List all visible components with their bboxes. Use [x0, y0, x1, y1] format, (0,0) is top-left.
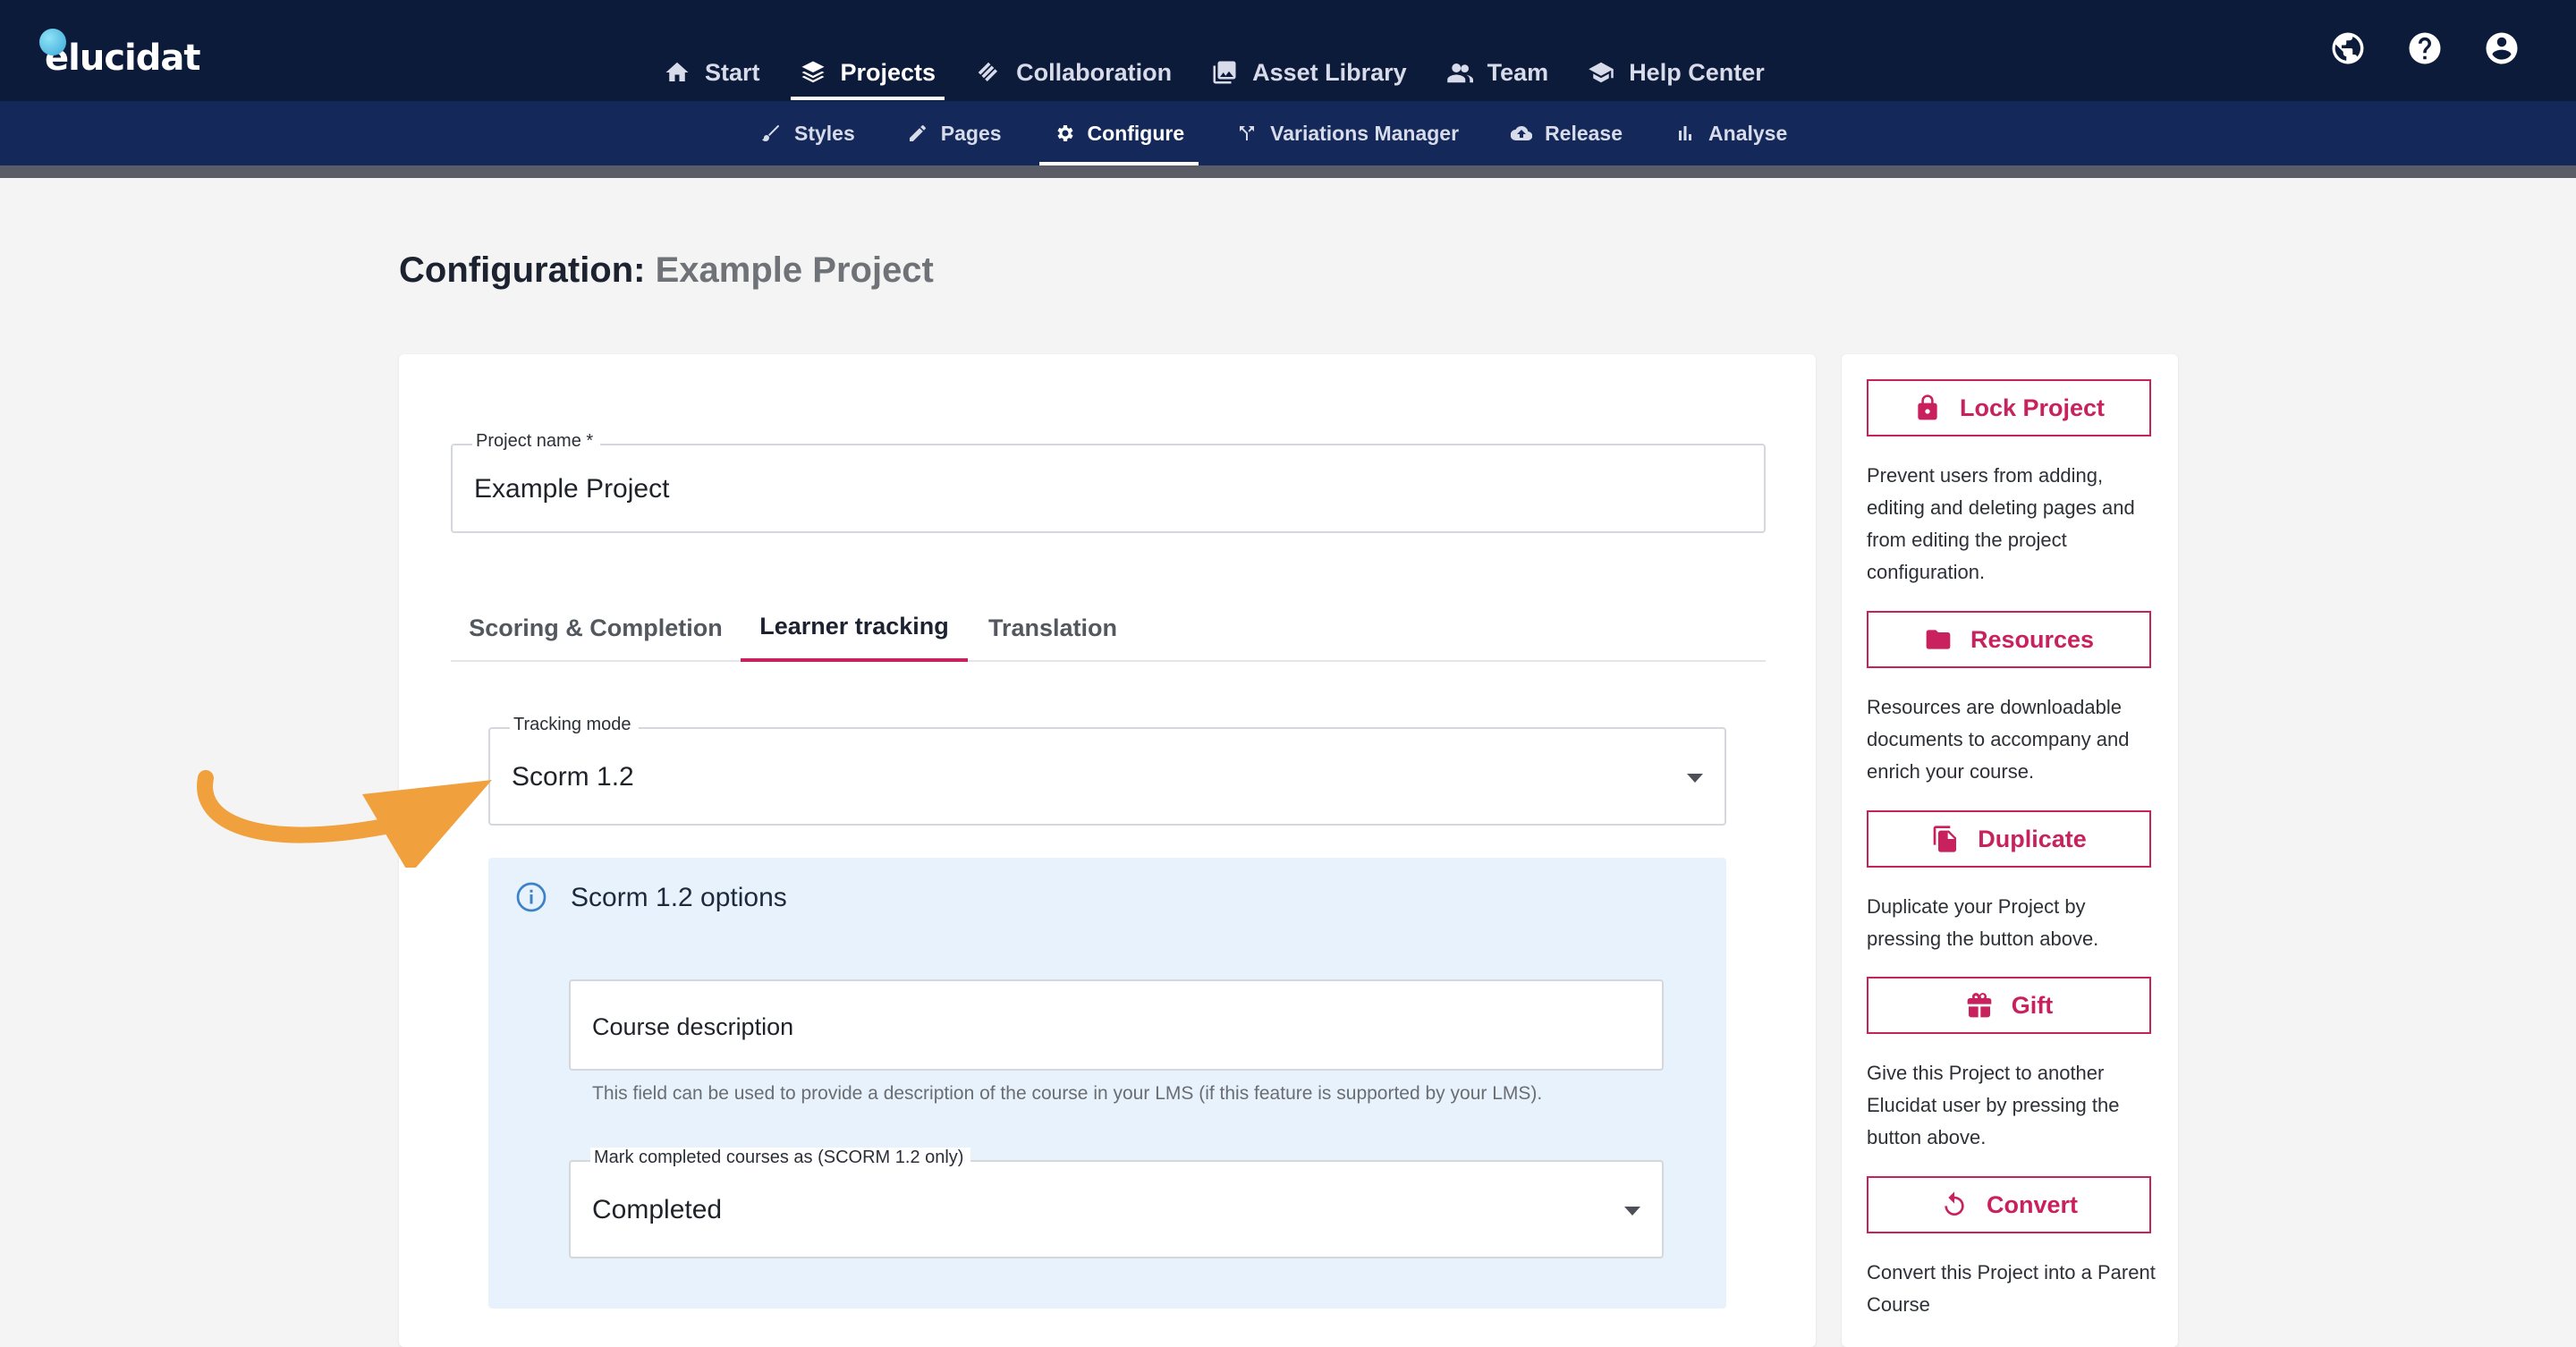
page-title: Configuration: Example Project: [399, 250, 934, 291]
gift-description: Give this Project to another Elucidat us…: [1867, 1062, 2120, 1148]
duplicate-description: Duplicate your Project by pressing the b…: [1867, 895, 2099, 950]
brush-icon: [762, 125, 779, 141]
layers-icon: [801, 61, 825, 83]
tracking-mode-value: Scorm 1.2: [512, 762, 634, 792]
main-nav-help-center[interactable]: Help Center: [1568, 45, 1784, 100]
account-button[interactable]: [2483, 30, 2521, 67]
course-description-input[interactable]: Course description: [569, 979, 1664, 1071]
elucidat-logo[interactable]: elucidat: [36, 27, 200, 79]
graduation-cap-icon: [1589, 62, 1614, 83]
pencil-icon: [909, 125, 926, 141]
mark-completed-value: Completed: [592, 1195, 723, 1224]
duplicate-button[interactable]: Duplicate: [1867, 810, 2151, 868]
project-actions-sidebar: Lock Project Prevent users from adding, …: [1842, 354, 2178, 1347]
duplicate-icon: [1933, 826, 1957, 852]
scorm-options-panel: Scorm 1.2 options Course description Thi…: [488, 858, 1726, 1309]
main-nav-asset-library[interactable]: Asset Library: [1191, 45, 1427, 100]
tab-translation[interactable]: Translation: [968, 594, 1138, 662]
cloud-upload-icon: [1511, 125, 1533, 141]
configuration-card: Project name * Example Project Scoring &…: [399, 354, 1816, 1347]
gear-icon: [1056, 125, 1073, 141]
course-description-helper: This field can be used to provide a desc…: [592, 1083, 1543, 1104]
sub-nav-variations-manager[interactable]: Variations Manager: [1222, 101, 1473, 165]
resources-button[interactable]: Resources: [1867, 611, 2151, 668]
folder-icon: [1926, 630, 1951, 649]
project-name-input[interactable]: Example Project: [474, 474, 669, 504]
mark-completed-select[interactable]: Mark completed courses as (SCORM 1.2 onl…: [569, 1148, 1664, 1258]
gift-icon: [1967, 993, 1992, 1018]
home-icon: [665, 62, 689, 81]
lock-project-button[interactable]: Lock Project: [1867, 379, 2151, 436]
sub-nav-analyse[interactable]: Analyse: [1660, 101, 1801, 165]
tab-scoring-completion[interactable]: Scoring & Completion: [451, 594, 741, 662]
course-description-placeholder: Course description: [592, 1013, 794, 1040]
image-library-icon: [1213, 61, 1236, 84]
account-icon: [2486, 32, 2518, 64]
globe-icon: [2332, 32, 2364, 64]
bar-chart-icon: [1679, 126, 1692, 140]
gift-button[interactable]: Gift: [1867, 977, 2151, 1034]
tracking-mode-label: Tracking mode: [510, 715, 639, 735]
project-name-label: Project name *: [472, 431, 601, 452]
tracking-mode-select[interactable]: Tracking mode Scorm 1.2: [488, 715, 1726, 826]
mark-completed-label: Mark completed courses as (SCORM 1.2 onl…: [590, 1148, 971, 1168]
logo-dot-icon: [39, 29, 66, 55]
help-icon: [2409, 32, 2441, 64]
lock-icon: [1918, 394, 1937, 420]
sub-nav: Styles Pages Configure Variations Manage…: [746, 101, 1825, 165]
scorm-options-title: Scorm 1.2 options: [571, 883, 787, 912]
main-nav-team[interactable]: Team: [1427, 45, 1569, 100]
team-icon: [1446, 64, 1473, 83]
tab-learner-tracking[interactable]: Learner tracking: [741, 594, 968, 662]
header-shadow: [0, 165, 2576, 178]
convert-icon: [1945, 1191, 1964, 1216]
page-title-prefix: Configuration:: [399, 250, 646, 290]
sub-nav-styles[interactable]: Styles: [746, 101, 869, 165]
resources-description: Resources are downloadable documents to …: [1867, 696, 2130, 783]
page-title-project: Example Project: [655, 250, 934, 290]
language-button[interactable]: [2329, 30, 2367, 67]
help-button[interactable]: [2406, 30, 2444, 67]
main-nav: Start Projects Collaboration Asset Libra…: [644, 45, 1784, 100]
chevron-down-icon: [1624, 1207, 1640, 1216]
main-nav-collaboration[interactable]: Collaboration: [955, 45, 1191, 100]
logo-text: elucidat: [45, 38, 200, 79]
project-name-field[interactable]: Project name * Example Project: [451, 431, 1766, 533]
main-nav-start[interactable]: Start: [644, 45, 780, 100]
project-sub-navigation: Styles Pages Configure Variations Manage…: [0, 101, 2576, 165]
collaboration-icon: [978, 62, 998, 81]
convert-description: Convert this Project into a Parent Cours…: [1867, 1261, 2156, 1316]
annotation-arrow: [197, 770, 492, 868]
utility-icons: [2329, 30, 2521, 67]
lock-project-description: Prevent users from adding, editing and d…: [1867, 464, 2135, 583]
configuration-tabs: Scoring & Completion Learner tracking Tr…: [451, 594, 1766, 662]
convert-button[interactable]: Convert: [1867, 1176, 2151, 1233]
sub-nav-configure[interactable]: Configure: [1038, 101, 1199, 165]
sub-nav-pages[interactable]: Pages: [893, 101, 1016, 165]
info-icon: [516, 882, 547, 912]
variations-icon: [1240, 126, 1255, 140]
top-navigation-bar: elucidat Start Projects Collaboration As…: [0, 0, 2576, 101]
main-nav-projects[interactable]: Projects: [780, 45, 956, 100]
sub-nav-release[interactable]: Release: [1496, 101, 1637, 165]
chevron-down-icon: [1687, 774, 1703, 783]
